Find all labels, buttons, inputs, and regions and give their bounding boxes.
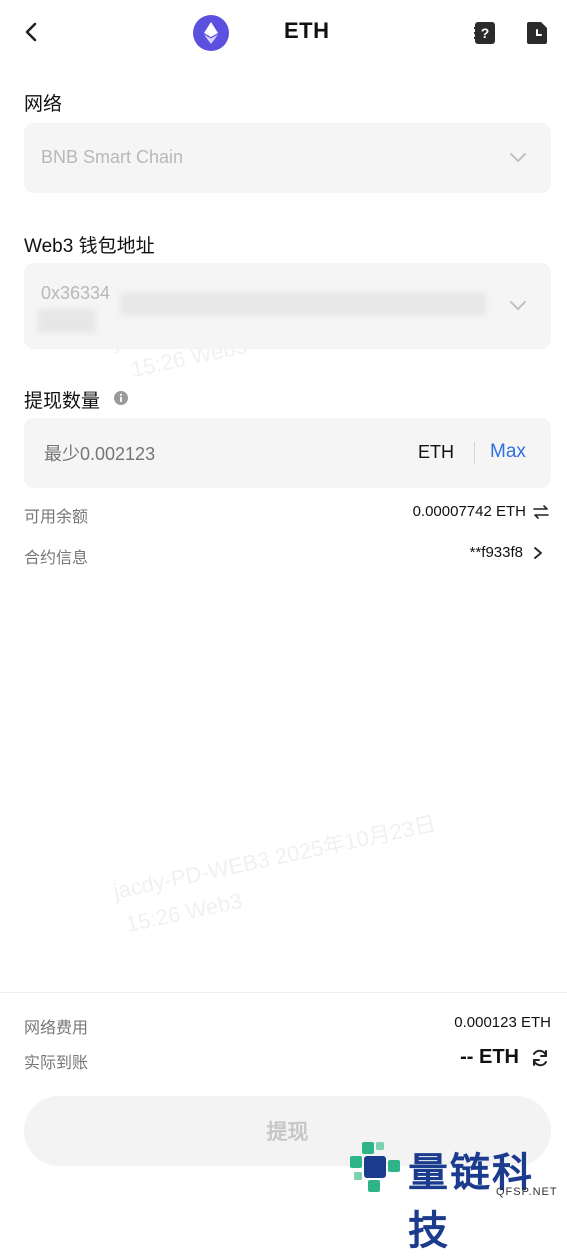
- svg-text:?: ?: [481, 25, 490, 41]
- bottom-divider: [0, 992, 567, 993]
- brand-domain: QFSP.NET: [496, 1186, 558, 1198]
- amount-input[interactable]: [42, 438, 386, 470]
- available-label: 可用余额: [24, 509, 89, 526]
- back-button[interactable]: [18, 18, 46, 46]
- network-value: BNB Smart Chain: [41, 147, 184, 167]
- network-label: 网络: [24, 94, 63, 115]
- received-label: 实际到账: [24, 1055, 89, 1072]
- max-button[interactable]: Max: [490, 441, 526, 463]
- help-document-icon: ?: [474, 22, 495, 44]
- info-icon[interactable]: [114, 391, 128, 405]
- chevron-down-icon: [510, 153, 526, 162]
- brand-logo-icon: [350, 1142, 400, 1192]
- redacted-address-tail: [38, 309, 96, 333]
- watermark-bottom-line2: 15:26 Web3: [123, 887, 245, 938]
- ethereum-icon: [193, 15, 229, 51]
- chevron-right-icon: [534, 546, 542, 559]
- amount-input-box: ETH Max: [24, 418, 551, 488]
- chevron-left-icon: [25, 22, 37, 42]
- watermark-bottom-line1: jacdy-PD-WEB3 2025年10月23日: [111, 811, 439, 904]
- address-value: 0x36334: [41, 283, 111, 303]
- swap-icon[interactable]: [533, 505, 549, 519]
- address-label: Web3 钱包地址: [24, 236, 155, 257]
- fee-label: 网络费用: [24, 1020, 89, 1037]
- amount-divider: [474, 442, 475, 464]
- network-select[interactable]: BNB Smart Chain: [24, 123, 551, 193]
- brand-watermark: 量链科技 QFSP.NET: [346, 1136, 567, 1253]
- page-title: ETH: [284, 18, 330, 43]
- top-bar: ETH ?: [0, 0, 567, 66]
- help-button[interactable]: ?: [474, 21, 496, 45]
- history-button[interactable]: [526, 21, 548, 45]
- contract-value: **f933f8: [469, 544, 523, 561]
- history-document-icon: [527, 22, 547, 44]
- fee-value: 0.000123 ETH: [454, 1014, 551, 1031]
- received-value: -- ETH: [460, 1046, 519, 1068]
- amount-unit: ETH: [418, 442, 454, 462]
- contract-info-link[interactable]: **f933f8: [470, 544, 543, 561]
- refresh-icon[interactable]: [530, 1048, 550, 1068]
- chevron-down-icon: [510, 301, 526, 310]
- amount-label: 提现数量: [24, 391, 101, 412]
- address-select[interactable]: 0x36334: [24, 263, 551, 349]
- available-value: 0.00007742 ETH: [412, 503, 526, 520]
- brand-name: 量链科技: [408, 1151, 534, 1253]
- redacted-address: [120, 293, 486, 315]
- contract-label: 合约信息: [24, 550, 89, 567]
